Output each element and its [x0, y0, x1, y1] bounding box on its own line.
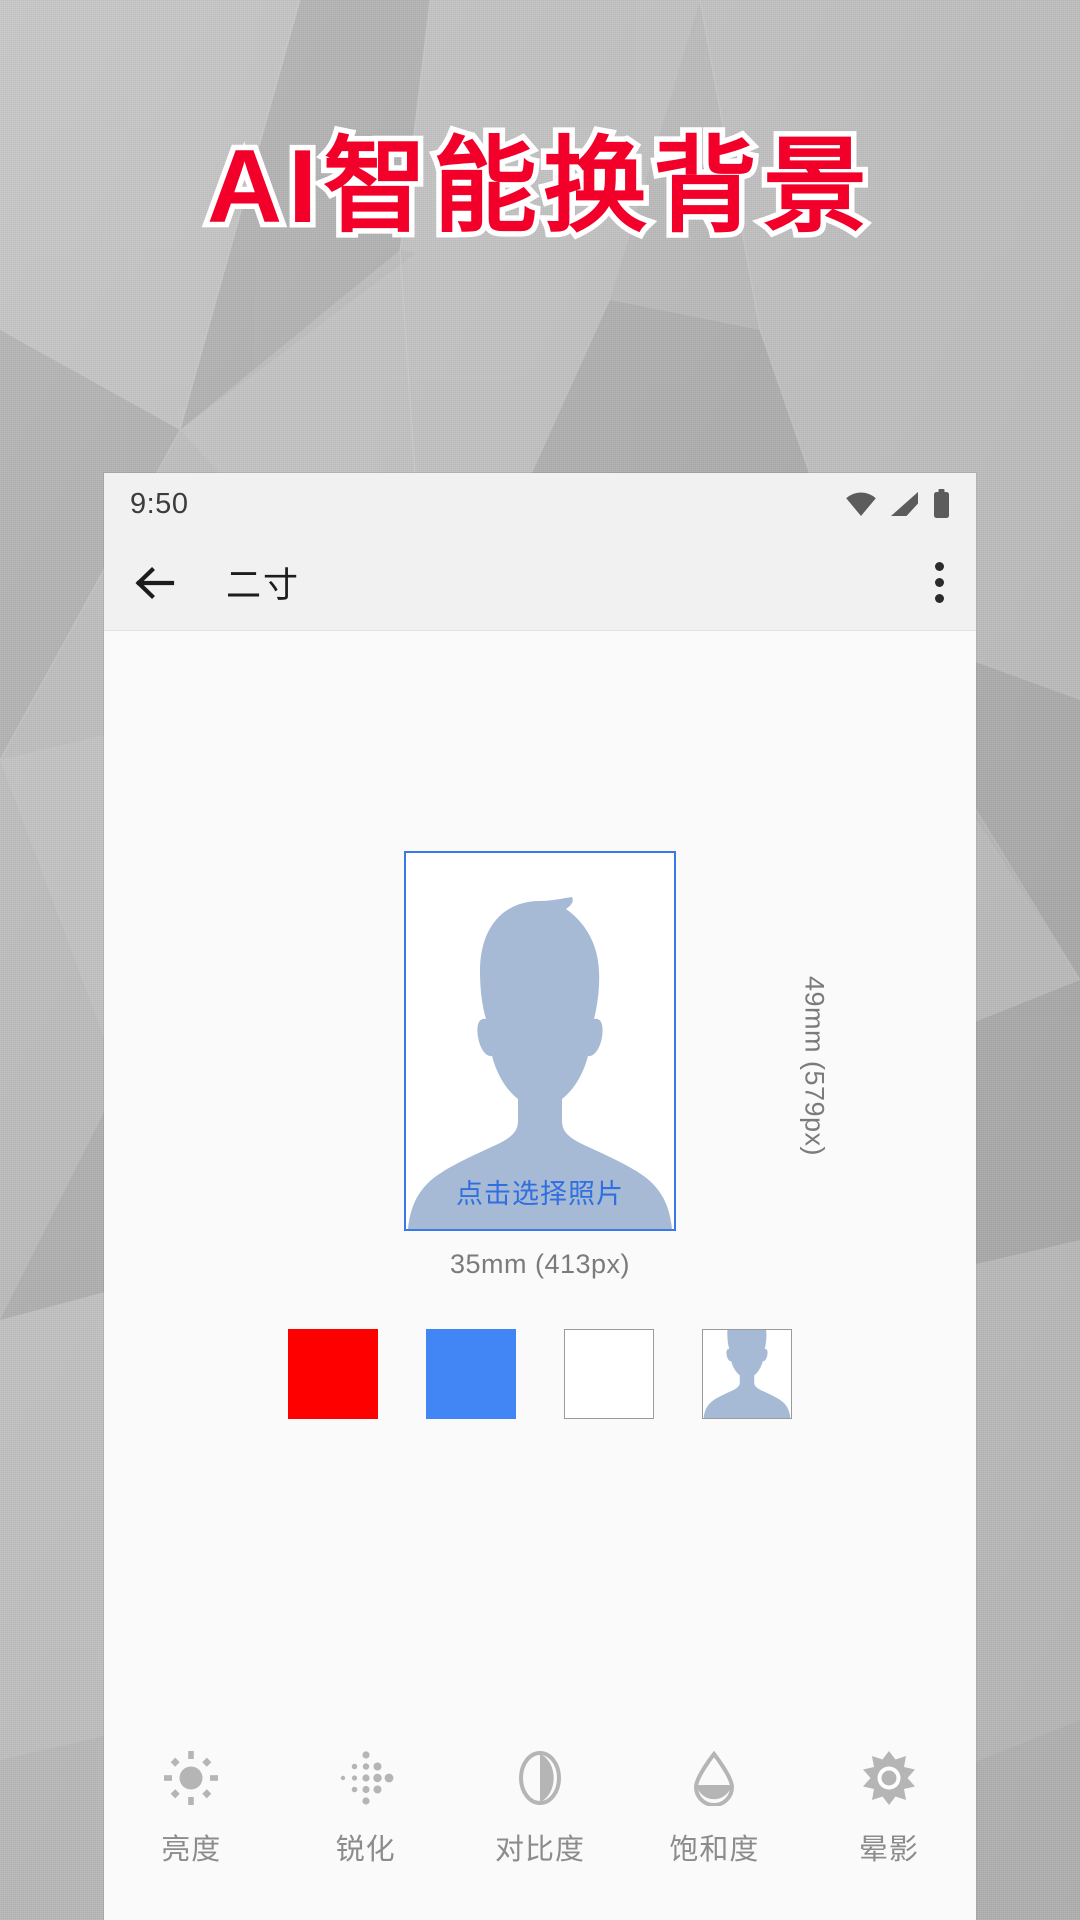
- tool-label: 锐化: [335, 1834, 396, 1866]
- app-bar: 二寸: [104, 535, 976, 631]
- battery-icon: [934, 489, 949, 518]
- photo-width-label: 35mm (413px): [449, 1249, 631, 1279]
- saturation-icon: [694, 1750, 735, 1806]
- tool-brightness[interactable]: 亮度: [104, 1750, 278, 1868]
- brightness-icon: [164, 1751, 219, 1805]
- adjustment-toolbar: 亮度 锐化 对比度 饱和度 晕影: [104, 1740, 976, 1920]
- overflow-dot: [934, 578, 944, 587]
- overflow-dot: [934, 562, 944, 571]
- photo-picker-hint: 点击选择照片: [456, 1179, 624, 1209]
- tool-sharpen[interactable]: 锐化: [278, 1750, 452, 1868]
- swatch-blue[interactable]: [426, 1329, 516, 1419]
- tool-saturation[interactable]: 饱和度: [627, 1750, 801, 1868]
- sharpen-icon: [340, 1751, 394, 1805]
- status-bar-time: 9:50: [130, 487, 189, 520]
- swatch-red[interactable]: [288, 1329, 378, 1419]
- contrast-icon: [519, 1751, 562, 1805]
- vignette-icon: [862, 1751, 915, 1805]
- background-color-swatches: [104, 1329, 976, 1419]
- promo-image: AI智能换背景 9:50 二寸 点击选择照片 35mm (413px) 49mm…: [0, 0, 1080, 1920]
- editor-canvas: 点击选择照片 35mm (413px) 49mm (579px) 亮度 锐化 对…: [104, 631, 976, 1920]
- status-bar-icons: [845, 489, 950, 519]
- tool-label: 饱和度: [669, 1834, 760, 1866]
- status-bar: 9:50: [104, 473, 976, 535]
- tool-vignette[interactable]: 晕影: [802, 1750, 976, 1868]
- page-title: 二寸: [226, 566, 301, 605]
- swatch-white[interactable]: [564, 1329, 654, 1419]
- tool-contrast[interactable]: 对比度: [453, 1750, 627, 1868]
- tool-label: 亮度: [161, 1834, 222, 1866]
- promo-headline: AI智能换背景: [201, 124, 873, 251]
- tool-label: 对比度: [495, 1834, 586, 1866]
- cellular-signal-icon: [891, 492, 918, 516]
- phone-screenshot-panel: 9:50 二寸 点击选择照片 35mm (413px) 49mm (579px)…: [104, 473, 976, 1920]
- photo-height-label: 49mm (579px): [799, 975, 830, 1156]
- photo-wrapper: 点击选择照片 35mm (413px) 49mm (579px): [404, 851, 830, 1280]
- tool-label: 晕影: [858, 1834, 919, 1866]
- person-silhouette-icon: [703, 1330, 791, 1418]
- swatch-preview-thumbnail[interactable]: [702, 1329, 792, 1419]
- back-arrow-icon[interactable]: [132, 560, 178, 606]
- wifi-icon: [846, 492, 876, 516]
- overflow-menu-icon[interactable]: [932, 562, 946, 603]
- photo-picker-frame[interactable]: 点击选择照片: [404, 851, 676, 1231]
- photo-area: 点击选择照片 35mm (413px) 49mm (579px): [104, 851, 976, 1280]
- overflow-dot: [934, 594, 944, 603]
